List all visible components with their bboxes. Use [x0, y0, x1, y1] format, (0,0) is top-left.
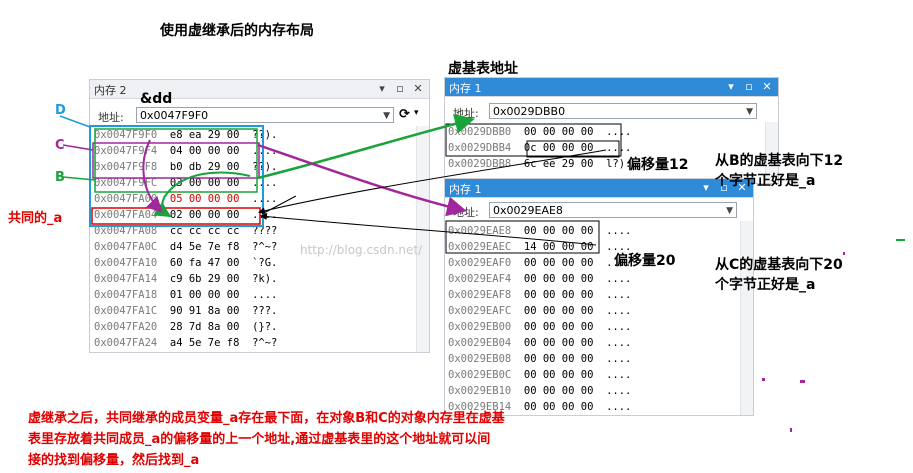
- green-arrow: [257, 114, 475, 180]
- d-pointer-line: [59, 115, 91, 128]
- vbtable-b-box: [445, 123, 622, 157]
- black-arrow-20: [260, 213, 597, 246]
- purple-dot-mark: [790, 428, 792, 432]
- purple-dot-mark: [800, 380, 805, 383]
- b-object-box: [94, 128, 258, 193]
- c-pointer-line: [62, 144, 94, 151]
- purple-dot-mark: [843, 252, 845, 255]
- common-a-box: [91, 207, 261, 225]
- offset12-box: [526, 140, 620, 158]
- purple-dot-mark: [762, 378, 765, 381]
- vbtable-c-box: [445, 220, 600, 254]
- purple-curve: [142, 139, 163, 213]
- annotation-overlay: [59, 114, 905, 432]
- d-object-box: [89, 125, 264, 227]
